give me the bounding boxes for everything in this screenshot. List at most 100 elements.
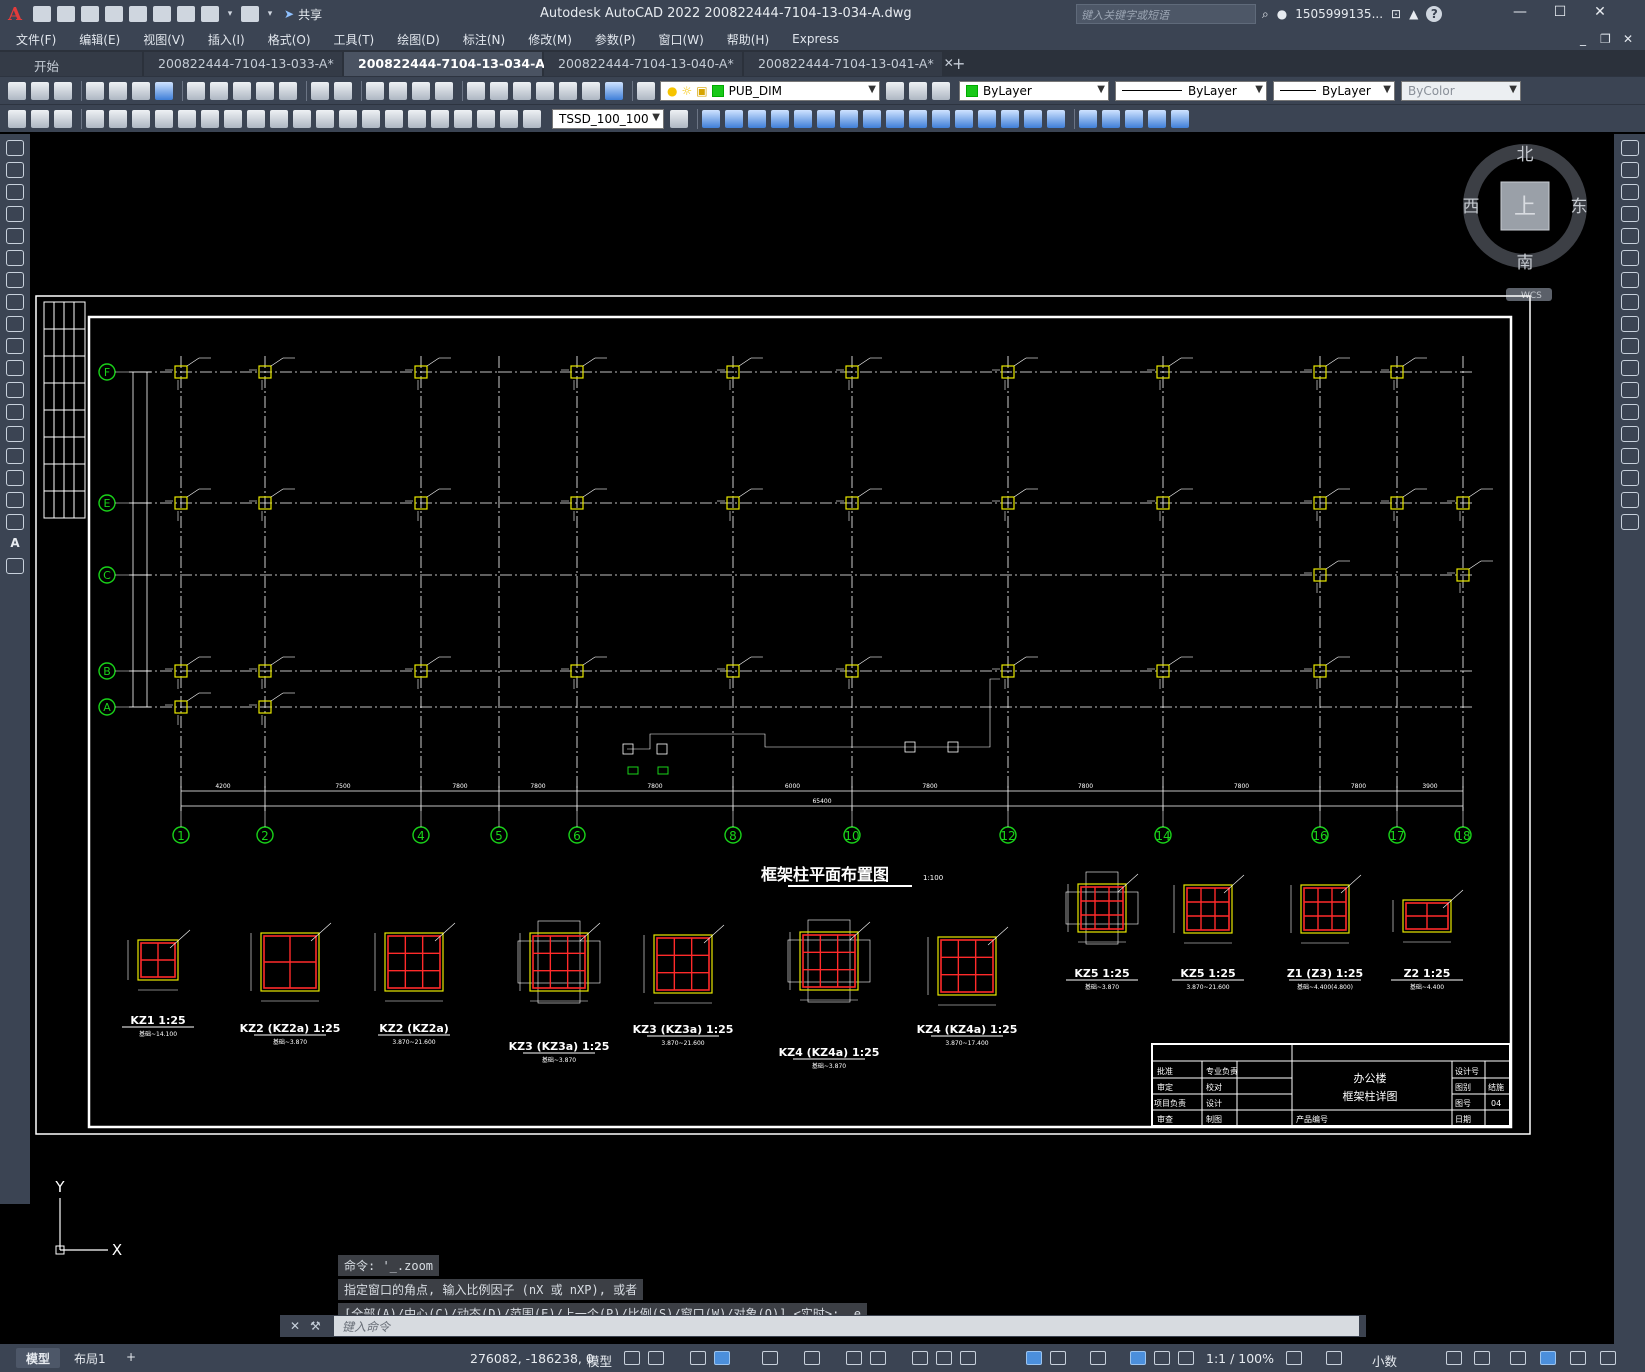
- angular-dim-icon[interactable]: [247, 109, 265, 128]
- save-as-icon[interactable]: [105, 6, 123, 22]
- mirror-icon[interactable]: [748, 109, 766, 128]
- menu-dimension[interactable]: 标注(N): [463, 31, 505, 48]
- layer-state-icon[interactable]: [932, 81, 950, 100]
- ortho-icon[interactable]: [762, 1351, 778, 1365]
- isodraft-icon[interactable]: [846, 1351, 862, 1365]
- graphics-performance-icon[interactable]: [1540, 1351, 1556, 1365]
- polar-icon[interactable]: [804, 1351, 820, 1365]
- gizmo-icon[interactable]: [1130, 1351, 1146, 1365]
- menu-window[interactable]: 窗口(W): [659, 31, 704, 48]
- tab-start[interactable]: 开始: [0, 52, 142, 76]
- tssd-icon[interactable]: [8, 109, 26, 128]
- transparency-icon[interactable]: [936, 1351, 952, 1365]
- dimstyle-dropdown[interactable]: TSSD_100_100 ▼: [552, 108, 664, 129]
- minimize-button[interactable]: —: [1505, 4, 1535, 24]
- move-icon[interactable]: [1620, 250, 1639, 266]
- circle-icon[interactable]: [6, 272, 24, 288]
- dim-space-icon[interactable]: [339, 109, 357, 128]
- chamfer-icon[interactable]: [1001, 109, 1019, 128]
- tab-model[interactable]: 模型: [16, 1348, 61, 1368]
- break-icon[interactable]: [1620, 404, 1639, 420]
- selection-filter-icon[interactable]: [1090, 1351, 1106, 1365]
- blend-icon[interactable]: [1620, 492, 1639, 508]
- compass-east[interactable]: 东: [1571, 197, 1588, 217]
- command-input[interactable]: 键入命令: [334, 1316, 1359, 1336]
- layer-dropdown[interactable]: ● ☼ ▣ PUB_DIM ▼: [660, 80, 880, 101]
- point-icon[interactable]: [6, 426, 24, 442]
- undo-icon[interactable]: [201, 6, 219, 22]
- table-icon[interactable]: [6, 514, 24, 530]
- auto-scale-icon[interactable]: [1178, 1351, 1194, 1365]
- lock-ui-icon[interactable]: [1474, 1351, 1490, 1365]
- open-web-icon[interactable]: [129, 6, 147, 22]
- tool-palettes-icon[interactable]: [513, 81, 531, 100]
- pan-icon[interactable]: [366, 81, 384, 100]
- redo-icon[interactable]: [241, 6, 259, 22]
- properties-icon[interactable]: [467, 81, 485, 100]
- ellipse-icon[interactable]: [6, 338, 24, 354]
- doc-restore-button[interactable]: ❐: [1600, 32, 1611, 46]
- tab-document[interactable]: 200822444-7104-13-040-A*✕: [544, 52, 754, 76]
- offset-icon[interactable]: [771, 109, 789, 128]
- layer-previous-icon[interactable]: [909, 81, 927, 100]
- compass-south[interactable]: 南: [1517, 253, 1534, 273]
- lineweight-icon[interactable]: [912, 1351, 928, 1365]
- sheet-set-icon[interactable]: [536, 81, 554, 100]
- menu-insert[interactable]: 插入(I): [208, 31, 245, 48]
- copy-icon[interactable]: [1620, 162, 1639, 178]
- add-selected-icon[interactable]: [6, 558, 24, 574]
- close-button[interactable]: ✕: [1585, 4, 1615, 24]
- undo-icon[interactable]: [311, 81, 329, 100]
- 3d-dwf-icon[interactable]: [155, 81, 173, 100]
- menu-tools[interactable]: 工具(T): [334, 31, 375, 48]
- gradient-icon[interactable]: [6, 470, 24, 486]
- object-snap-tracking-icon[interactable]: [870, 1351, 886, 1365]
- grid-icon[interactable]: [624, 1351, 640, 1365]
- lineweight-dropdown[interactable]: ByLayer ▼: [1273, 80, 1395, 101]
- tssd-edit-icon[interactable]: [31, 109, 49, 128]
- units-dropdown[interactable]: 小数: [1372, 1351, 1397, 1370]
- menu-draw[interactable]: 绘图(D): [397, 31, 440, 48]
- tab-document[interactable]: 200822444-7104-13-041-A* ✕: [744, 52, 954, 76]
- menu-modify[interactable]: 修改(M): [528, 31, 572, 48]
- spline-icon[interactable]: [6, 316, 24, 332]
- insert-block-icon[interactable]: [6, 382, 24, 398]
- share-icon[interactable]: ➤: [284, 7, 294, 21]
- customize-dropdown-icon[interactable]: ▾: [265, 6, 275, 22]
- baseline-dim-icon[interactable]: [293, 109, 311, 128]
- erase-icon[interactable]: [702, 109, 720, 128]
- annotation-visibility-icon[interactable]: [1154, 1351, 1170, 1365]
- new-tab-button[interactable]: +: [952, 52, 965, 76]
- copy-object-icon[interactable]: [725, 109, 743, 128]
- tolerance-icon[interactable]: [385, 109, 403, 128]
- share-button[interactable]: 共享: [298, 6, 322, 23]
- paste-icon[interactable]: [233, 81, 251, 100]
- zoom-realtime-icon[interactable]: [389, 81, 407, 100]
- autodesk-account-icon[interactable]: ▲: [1409, 7, 1418, 21]
- aligned-dim-icon[interactable]: [109, 109, 127, 128]
- maximize-button[interactable]: ☐: [1545, 4, 1575, 24]
- make-block-icon[interactable]: [6, 404, 24, 420]
- jogged-linear-icon[interactable]: [454, 109, 472, 128]
- save-web-icon[interactable]: [153, 6, 171, 22]
- fillet-icon[interactable]: [1024, 109, 1042, 128]
- chamfer-icon[interactable]: [1620, 448, 1639, 464]
- dim-text-edit-icon[interactable]: [500, 109, 518, 128]
- 3d-osnap-icon[interactable]: [1026, 1351, 1042, 1365]
- isolate-objects-icon[interactable]: [1510, 1351, 1526, 1365]
- drawing-canvas[interactable]: 上 北 南 东 西 WCS 4200 7500 7800 7800 7800 6000 78…: [30, 134, 1614, 1319]
- linear-dim-icon[interactable]: [86, 109, 104, 128]
- cart-icon[interactable]: ⊡: [1391, 7, 1401, 21]
- zoom-window-icon[interactable]: [412, 81, 430, 100]
- menu-file[interactable]: 文件(F): [16, 31, 56, 48]
- extend-icon[interactable]: [1620, 360, 1639, 376]
- user-name[interactable]: 1505999135...: [1295, 7, 1383, 21]
- construction-line-icon[interactable]: [6, 162, 24, 178]
- extend-icon[interactable]: [932, 109, 950, 128]
- join-icon[interactable]: [1620, 426, 1639, 442]
- color-dropdown[interactable]: ByLayer ▼: [959, 80, 1109, 101]
- doc-minimize-button[interactable]: _: [1580, 32, 1586, 46]
- dynamic-input-icon[interactable]: [714, 1351, 730, 1365]
- continue-dim-icon[interactable]: [316, 109, 334, 128]
- annotation-monitor-icon[interactable]: [1326, 1351, 1342, 1365]
